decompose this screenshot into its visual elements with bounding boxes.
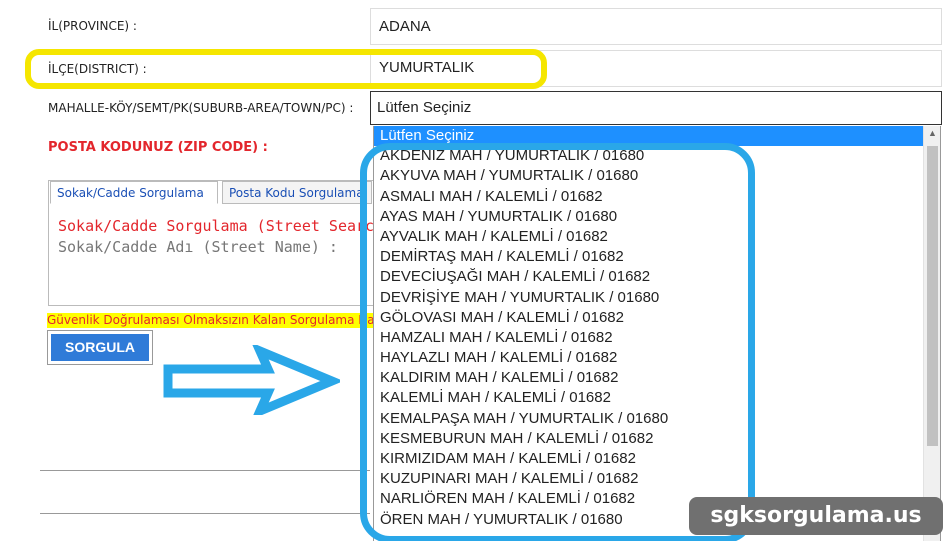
province-label: İL(PROVINCE) : bbox=[48, 19, 137, 33]
province-field[interactable]: ADANA bbox=[370, 8, 942, 45]
query-button-frame: SORGULA bbox=[47, 330, 153, 365]
tab-street-search[interactable]: Sokak/Cadde Sorgulama bbox=[50, 181, 218, 204]
right-arrow-icon bbox=[163, 345, 340, 415]
tab-postal-code-search[interactable]: Posta Kodu Sorgulama bbox=[222, 181, 372, 204]
watermark: sgksorgulama.us bbox=[689, 497, 943, 535]
scroll-up-icon[interactable]: ▲ bbox=[928, 128, 937, 138]
zip-code-label: POSTA KODUNUZ (ZIP CODE) : bbox=[48, 140, 268, 155]
street-name-label: Sokak/Cadde Adı (Street Name) : bbox=[58, 238, 338, 256]
street-search-title: Sokak/Cadde Sorgulama (Street Search) bbox=[58, 217, 393, 235]
options-highlight bbox=[360, 143, 755, 541]
divider-line bbox=[40, 513, 370, 514]
divider-line bbox=[40, 470, 370, 471]
query-button[interactable]: SORGULA bbox=[51, 334, 149, 361]
suburb-label: MAHALLE-KÖY/SEMT/PK(SUBURB-AREA/TOWN/PC)… bbox=[48, 101, 354, 115]
suburb-select[interactable]: Lütfen Seçiniz bbox=[370, 91, 942, 125]
dropdown-scrollbar[interactable]: ▲ bbox=[923, 126, 940, 541]
district-highlight bbox=[25, 49, 547, 89]
query-limit-warning: Güvenlik Doğrulaması Olmaksızın Kalan So… bbox=[47, 313, 377, 328]
scrollbar-thumb[interactable] bbox=[927, 146, 938, 446]
